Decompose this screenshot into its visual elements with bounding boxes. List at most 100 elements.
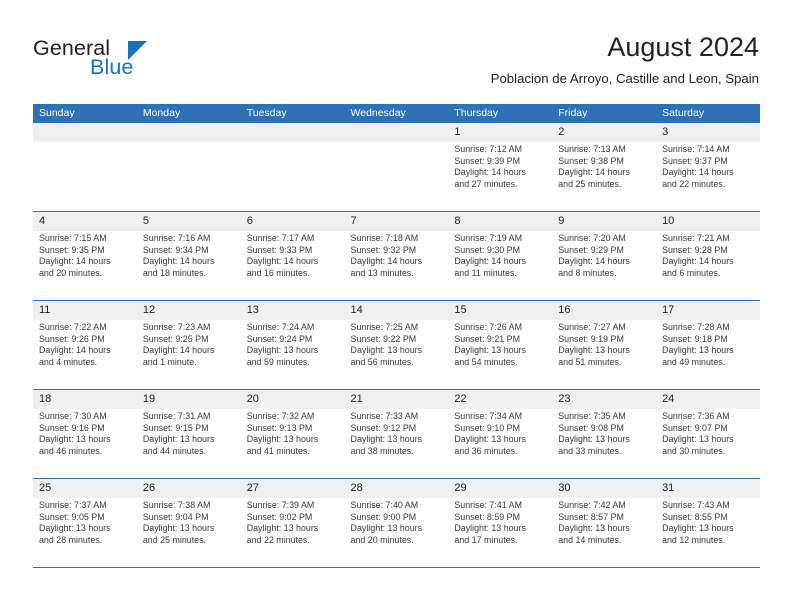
day-cell[interactable]: Sunrise: 7:41 AM Sunset: 8:59 PM Daylight:… <box>448 498 552 567</box>
day-cell[interactable]: Sunrise: 7:13 AM Sunset: 9:38 PM Daylight:… <box>552 142 656 211</box>
daylight-text-line1: Daylight: 13 hours <box>662 523 734 533</box>
day-cell-empty <box>241 142 345 211</box>
day-cell[interactable]: Sunrise: 7:19 AM Sunset: 9:30 PM Daylight:… <box>448 231 552 300</box>
day-number[interactable]: 14 <box>345 301 449 320</box>
day-cell[interactable]: Sunrise: 7:30 AM Sunset: 9:16 PM Daylight:… <box>33 409 137 478</box>
day-number[interactable]: 20 <box>241 390 345 409</box>
sunset-text: Sunset: 8:55 PM <box>662 511 728 522</box>
day-cell-empty <box>137 142 241 211</box>
sunrise-text: Sunrise: 7:20 AM <box>558 233 626 243</box>
day-cell[interactable]: Sunrise: 7:17 AM Sunset: 9:33 PM Daylight:… <box>241 231 345 300</box>
sunrise-text: Sunrise: 7:41 AM <box>454 500 522 510</box>
day-number[interactable]: 4 <box>33 212 137 231</box>
day-number[interactable]: 25 <box>33 479 137 498</box>
day-cell[interactable]: Sunrise: 7:43 AM Sunset: 8:55 PM Daylight:… <box>656 498 760 567</box>
day-number[interactable]: 10 <box>656 212 760 231</box>
day-number[interactable]: 29 <box>448 479 552 498</box>
daylight-text-line1: Daylight: 13 hours <box>662 345 734 355</box>
day-cell[interactable]: Sunrise: 7:31 AM Sunset: 9:15 PM Daylight:… <box>137 409 241 478</box>
sunrise-text: Sunrise: 7:37 AM <box>39 500 107 510</box>
day-number[interactable]: 31 <box>656 479 760 498</box>
week-body-row: Sunrise: 7:12 AM Sunset: 9:39 PM Daylight:… <box>33 142 760 212</box>
day-cell[interactable]: Sunrise: 7:34 AM Sunset: 9:10 PM Daylight:… <box>448 409 552 478</box>
day-cell[interactable]: Sunrise: 7:37 AM Sunset: 9:05 PM Daylight:… <box>33 498 137 567</box>
weekday-header-wednesday: Wednesday <box>350 107 406 119</box>
weekday-header-saturday: Saturday <box>662 107 705 119</box>
day-number[interactable]: 30 <box>552 479 656 498</box>
daylight-text-line2: and 13 minutes. <box>350 267 414 278</box>
day-number[interactable]: 2 <box>552 123 656 142</box>
weekday-header-thursday: Thursday <box>454 107 499 119</box>
day-cell[interactable]: Sunrise: 7:27 AM Sunset: 9:19 PM Daylight:… <box>552 320 656 389</box>
day-number[interactable]: 6 <box>241 212 345 231</box>
day-cell[interactable]: Sunrise: 7:21 AM Sunset: 9:28 PM Daylight:… <box>656 231 760 300</box>
daylight-text-line2: and 20 minutes. <box>39 267 103 278</box>
daylight-text-line2: and 54 minutes. <box>454 356 518 367</box>
day-cell[interactable]: Sunrise: 7:23 AM Sunset: 9:25 PM Daylight:… <box>137 320 241 389</box>
day-number[interactable]: 24 <box>656 390 760 409</box>
day-cell[interactable]: Sunrise: 7:36 AM Sunset: 9:07 PM Daylight:… <box>656 409 760 478</box>
day-cell[interactable]: Sunrise: 7:35 AM Sunset: 9:08 PM Daylight:… <box>552 409 656 478</box>
daylight-text-line1: Daylight: 13 hours <box>142 434 215 444</box>
day-cell[interactable]: Sunrise: 7:40 AM Sunset: 9:00 PM Daylight:… <box>345 498 449 567</box>
day-cell[interactable]: Sunrise: 7:24 AM Sunset: 9:24 PM Daylight:… <box>241 320 345 389</box>
day-number[interactable]: 5 <box>137 212 241 231</box>
day-cell[interactable]: Sunrise: 7:15 AM Sunset: 9:35 PM Daylight:… <box>33 231 137 300</box>
day-number[interactable]: 1 <box>448 123 552 142</box>
day-number[interactable]: 11 <box>33 301 137 320</box>
day-cell[interactable]: Sunrise: 7:39 AM Sunset: 9:02 PM Daylight:… <box>241 498 345 567</box>
weekday-header-sunday: Sunday <box>39 107 75 119</box>
daylight-text-line2: and 28 minutes. <box>39 534 103 545</box>
day-number[interactable]: 23 <box>552 390 656 409</box>
sunset-text: Sunset: 8:59 PM <box>454 511 520 522</box>
daylight-text-line1: Daylight: 13 hours <box>246 345 319 355</box>
day-number[interactable]: 3 <box>656 123 760 142</box>
day-cell[interactable]: Sunrise: 7:25 AM Sunset: 9:22 PM Daylight:… <box>345 320 449 389</box>
day-number[interactable]: 26 <box>137 479 241 498</box>
daylight-text-line2: and 14 minutes. <box>558 534 622 545</box>
day-cell[interactable]: Sunrise: 7:38 AM Sunset: 9:04 PM Daylight:… <box>137 498 241 567</box>
daylight-text-line1: Daylight: 14 hours <box>558 167 630 177</box>
day-cell[interactable]: Sunrise: 7:26 AM Sunset: 9:21 PM Daylight:… <box>448 320 552 389</box>
day-number[interactable]: 7 <box>345 212 449 231</box>
day-number[interactable]: 9 <box>552 212 656 231</box>
day-cell[interactable]: Sunrise: 7:22 AM Sunset: 9:26 PM Daylight:… <box>33 320 137 389</box>
day-number[interactable]: 18 <box>33 390 137 409</box>
day-cell-empty <box>33 142 137 211</box>
sunrise-text: Sunrise: 7:25 AM <box>350 322 419 332</box>
sunrise-text: Sunrise: 7:43 AM <box>662 500 730 510</box>
week-date-band: 4 5 6 7 8 9 10 <box>33 212 760 231</box>
calendar-week-row: 4 5 6 7 8 9 10 Sunrise: 7:15 AM Sunset: 9:35 PM D… <box>33 212 760 301</box>
daylight-text-line2: and 44 minutes. <box>142 445 206 456</box>
day-cell[interactable]: Sunrise: 7:33 AM Sunset: 9:12 PM Daylight:… <box>345 409 449 478</box>
day-number[interactable]: 28 <box>345 479 449 498</box>
day-number[interactable]: 12 <box>137 301 241 320</box>
day-number[interactable]: 8 <box>448 212 552 231</box>
sunrise-text: Sunrise: 7:33 AM <box>350 411 419 421</box>
day-cell[interactable]: Sunrise: 7:32 AM Sunset: 9:13 PM Daylight:… <box>241 409 345 478</box>
daylight-text-line1: Daylight: 14 hours <box>662 256 734 266</box>
day-number[interactable]: 13 <box>241 301 345 320</box>
day-cell[interactable]: Sunrise: 7:18 AM Sunset: 9:32 PM Daylight:… <box>345 231 449 300</box>
day-cell[interactable]: Sunrise: 7:14 AM Sunset: 9:37 PM Daylight:… <box>656 142 760 211</box>
daylight-text-line1: Daylight: 13 hours <box>246 523 319 533</box>
day-number[interactable]: 17 <box>656 301 760 320</box>
sunset-text: Sunset: 9:10 PM <box>454 422 520 433</box>
day-cell[interactable]: Sunrise: 7:20 AM Sunset: 9:29 PM Daylight:… <box>552 231 656 300</box>
day-number[interactable]: 16 <box>552 301 656 320</box>
day-cell[interactable]: Sunrise: 7:12 AM Sunset: 9:39 PM Daylight:… <box>448 142 552 211</box>
daylight-text-line1: Daylight: 13 hours <box>454 434 526 444</box>
sunset-text: Sunset: 9:22 PM <box>350 333 417 344</box>
day-number[interactable]: 19 <box>137 390 241 409</box>
sunset-text: Sunset: 9:24 PM <box>246 333 313 344</box>
day-cell[interactable]: Sunrise: 7:16 AM Sunset: 9:34 PM Daylight:… <box>137 231 241 300</box>
day-number[interactable]: 22 <box>448 390 552 409</box>
week-date-band: 25 26 27 28 29 30 31 <box>33 479 760 498</box>
brand-logo[interactable]: General Blue <box>33 36 233 82</box>
sunrise-text: Sunrise: 7:28 AM <box>662 322 730 332</box>
day-cell[interactable]: Sunrise: 7:28 AM Sunset: 9:18 PM Daylight:… <box>656 320 760 389</box>
day-number[interactable]: 15 <box>448 301 552 320</box>
day-cell[interactable]: Sunrise: 7:42 AM Sunset: 8:57 PM Daylight:… <box>552 498 656 567</box>
day-number[interactable]: 21 <box>345 390 449 409</box>
day-number[interactable]: 27 <box>241 479 345 498</box>
